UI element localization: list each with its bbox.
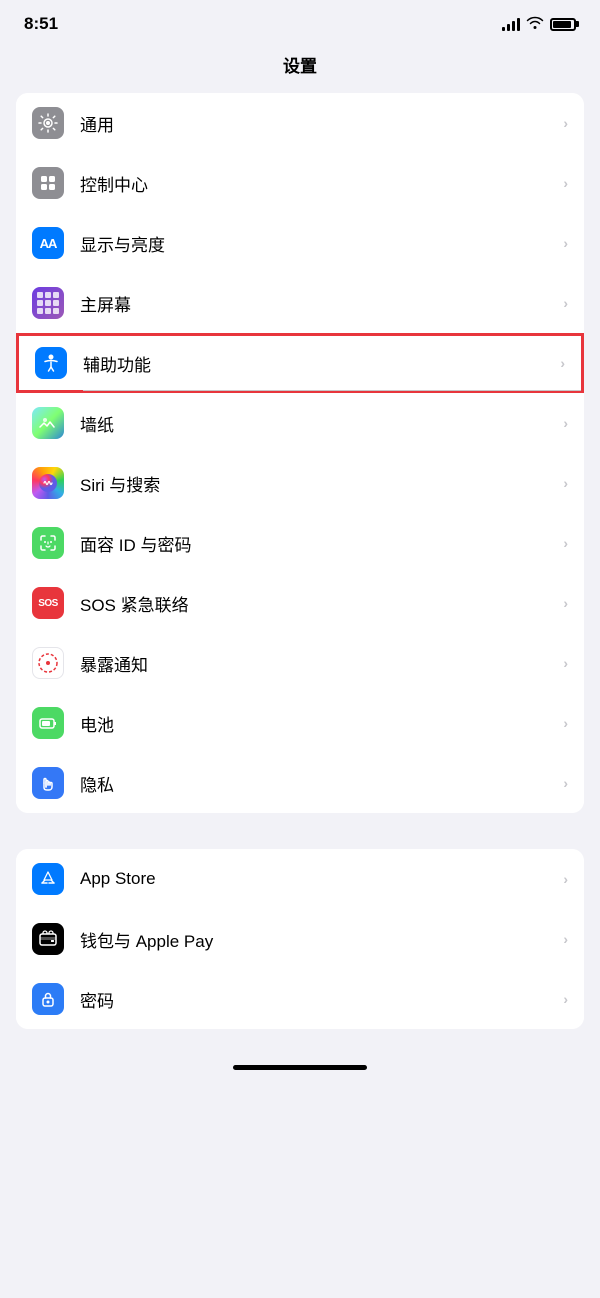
homescreen-icon [32, 287, 64, 319]
faceid-label: 面容 ID 与密码 [80, 531, 563, 556]
privacy-label: 隐私 [80, 771, 563, 796]
settings-row-homescreen[interactable]: 主屏幕 › [16, 273, 584, 333]
page-title: 设置 [0, 42, 600, 93]
control-chevron: › [563, 175, 568, 191]
wallet-label: 钱包与 Apple Pay [80, 927, 563, 952]
settings-group-2: App Store › 钱包与 Apple Pay › 密码 › [16, 849, 584, 1029]
display-icon: AA [32, 227, 64, 259]
battery-icon [550, 18, 576, 31]
sos-icon: SOS [32, 587, 64, 619]
settings-row-wallet[interactable]: 钱包与 Apple Pay › [16, 909, 584, 969]
passwords-icon [32, 983, 64, 1015]
exposure-label: 暴露通知 [80, 651, 563, 676]
siri-chevron: › [563, 475, 568, 491]
general-label: 通用 [80, 111, 563, 136]
appstore-chevron: › [563, 871, 568, 887]
home-bar [233, 1065, 367, 1070]
settings-group-1: 通用 › 控制中心 › AA 显示与亮度 › 主屏幕 [16, 93, 584, 813]
faceid-icon [32, 527, 64, 559]
homescreen-label: 主屏幕 [80, 291, 563, 316]
settings-row-control[interactable]: 控制中心 › [16, 153, 584, 213]
control-icon [32, 167, 64, 199]
wallet-chevron: › [563, 931, 568, 947]
status-icons [502, 15, 576, 33]
passwords-label: 密码 [80, 987, 563, 1012]
wifi-icon [526, 15, 544, 33]
settings-row-privacy[interactable]: 隐私 › [16, 753, 584, 813]
signal-icon [502, 17, 520, 31]
settings-row-appstore[interactable]: App Store › [16, 849, 584, 909]
accessibility-chevron: › [560, 355, 565, 371]
settings-row-exposure[interactable]: 暴露通知 › [16, 633, 584, 693]
faceid-chevron: › [563, 535, 568, 551]
general-icon [32, 107, 64, 139]
homescreen-chevron: › [563, 295, 568, 311]
settings-row-faceid[interactable]: 面容 ID 与密码 › [16, 513, 584, 573]
battery-chevron: › [563, 715, 568, 731]
wallpaper-icon [32, 407, 64, 439]
settings-row-siri[interactable]: Siri 与搜索 › [16, 453, 584, 513]
battery-label: 电池 [80, 711, 563, 736]
display-chevron: › [563, 235, 568, 251]
settings-row-wallpaper[interactable]: 墙纸 › [16, 393, 584, 453]
siri-icon [32, 467, 64, 499]
siri-label: Siri 与搜索 [80, 471, 563, 496]
sos-label: SOS 紧急联络 [80, 591, 563, 616]
settings-row-general[interactable]: 通用 › [16, 93, 584, 153]
status-bar: 8:51 [0, 0, 600, 42]
privacy-chevron: › [563, 775, 568, 791]
settings-row-sos[interactable]: SOS SOS 紧急联络 › [16, 573, 584, 633]
wallpaper-label: 墙纸 [80, 411, 563, 436]
settings-row-battery[interactable]: 电池 › [16, 693, 584, 753]
appstore-label: App Store [80, 869, 563, 889]
wallet-icon [32, 923, 64, 955]
status-time: 8:51 [24, 14, 58, 34]
settings-row-passwords[interactable]: 密码 › [16, 969, 584, 1029]
wallpaper-chevron: › [563, 415, 568, 431]
accessibility-label: 辅助功能 [83, 351, 560, 376]
control-label: 控制中心 [80, 171, 563, 196]
display-label: 显示与亮度 [80, 231, 563, 256]
sos-chevron: › [563, 595, 568, 611]
exposure-icon [32, 647, 64, 679]
accessibility-icon [35, 347, 67, 379]
settings-row-accessibility[interactable]: 辅助功能 › [16, 333, 584, 393]
battery-settings-icon [32, 707, 64, 739]
privacy-icon [32, 767, 64, 799]
passwords-chevron: › [563, 991, 568, 1007]
general-chevron: › [563, 115, 568, 131]
appstore-icon [32, 863, 64, 895]
settings-row-display[interactable]: AA 显示与亮度 › [16, 213, 584, 273]
exposure-chevron: › [563, 655, 568, 671]
